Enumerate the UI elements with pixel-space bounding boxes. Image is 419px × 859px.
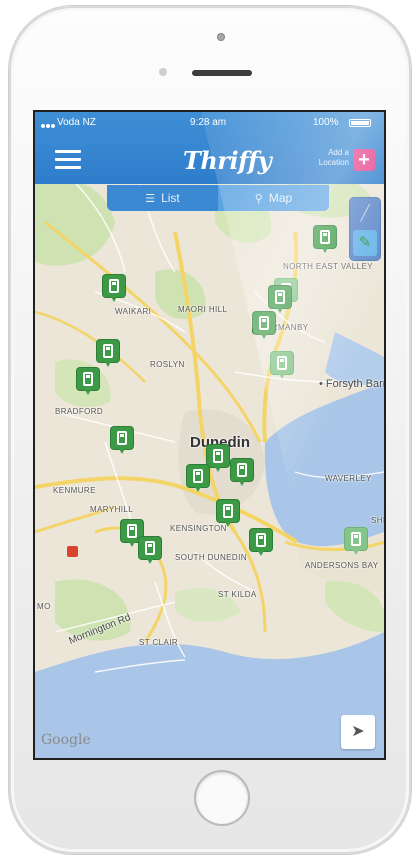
map-layer-switcher: ╱ ✎ [350, 198, 380, 260]
front-camera-icon [159, 68, 167, 76]
locate-me-button[interactable]: ➤ [341, 715, 375, 749]
location-pin[interactable] [314, 226, 336, 254]
camera-icon [217, 33, 225, 41]
location-pin[interactable] [217, 500, 239, 528]
location-pin[interactable] [231, 459, 253, 487]
earpiece-speaker [192, 70, 252, 76]
app-logo: Thriffy [183, 146, 272, 175]
label-waverley: WAVERLEY [325, 474, 372, 483]
label-andersons-bay: ANDERSONS BAY [305, 561, 379, 570]
home-button[interactable] [196, 772, 248, 824]
tab-map[interactable]: ⚲ Map [218, 185, 329, 211]
location-pin[interactable] [345, 528, 367, 556]
label-bradford: BRADFORD [55, 407, 104, 416]
label-waikari: WAIKARI [115, 307, 152, 316]
location-pin[interactable] [250, 529, 272, 557]
label-st-clair: ST CLAIR [139, 638, 179, 647]
label-north-east-valley: NORTH EAST VALLEY [283, 262, 373, 271]
label-roslyn: ROSLYN [150, 360, 185, 369]
hamburger-menu-button[interactable] [55, 150, 81, 170]
status-bar: Voda NZ 9:28 am 100% [35, 116, 384, 130]
battery-icon [349, 119, 371, 127]
status-battery-percent: 100% [313, 117, 339, 128]
location-pin[interactable] [103, 275, 125, 303]
label-maori-hill: MAORI HILL [178, 305, 228, 314]
pin-layer-button[interactable]: ✎ [353, 230, 377, 256]
label-st-kilda: ST KILDA [218, 590, 257, 599]
location-pin[interactable] [187, 465, 209, 493]
tab-list[interactable]: ☰ List [107, 185, 218, 211]
location-pin[interactable] [253, 312, 275, 340]
label-forsyth-barr: • Forsyth Barr [319, 378, 386, 390]
tab-map-label: Map [268, 191, 293, 205]
view-tabs: ☰ List ⚲ Map [107, 185, 329, 211]
tab-list-label: List [161, 191, 180, 205]
add-location-button[interactable]: + [353, 149, 375, 171]
location-pin[interactable] [139, 537, 161, 565]
label-maryhill: MARYHILL [90, 505, 134, 514]
location-pin[interactable] [269, 286, 291, 314]
label-forsyth-barr-text: Forsyth Barr [325, 378, 386, 390]
map-pin-icon: ⚲ [254, 193, 263, 205]
location-pin[interactable] [207, 445, 229, 473]
add-location-label[interactable]: Add a Location [305, 148, 349, 168]
label-shiel-hill: SHIE [371, 516, 386, 525]
location-pin[interactable] [111, 427, 133, 455]
google-logo: Google [41, 732, 91, 748]
road-layer-button[interactable]: ╱ [353, 201, 377, 227]
label-kenmure: KENMURE [53, 486, 96, 495]
signal-strength-icon [41, 120, 56, 131]
status-time: 9:28 am [190, 117, 227, 128]
navigation-arrow-icon: ➤ [351, 723, 365, 740]
label-mo: MO [37, 602, 51, 611]
location-pin[interactable] [97, 340, 119, 368]
app-header: Voda NZ 9:28 am 100% Thriffy Add a Locat… [35, 112, 384, 184]
location-pin[interactable] [271, 352, 293, 380]
label-south-dunedin: SOUTH DUNEDIN [175, 553, 247, 562]
list-icon: ☰ [145, 193, 156, 205]
location-pin[interactable] [77, 368, 99, 396]
phone-screen: NORTH EAST VALLEY WAIKARI MAORI HILL NOR… [33, 110, 386, 760]
status-carrier: Voda NZ [57, 117, 96, 128]
